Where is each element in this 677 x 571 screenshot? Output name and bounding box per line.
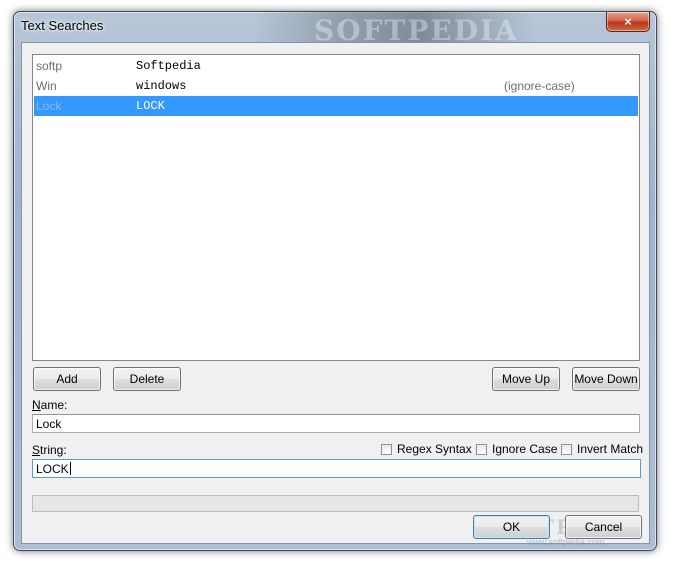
delete-button[interactable]: Delete xyxy=(113,367,181,391)
title-bar[interactable]: SOFTPEDIA Text Searches × xyxy=(14,12,656,47)
regex-syntax-box[interactable] xyxy=(381,443,392,455)
close-button[interactable]: × xyxy=(606,12,650,32)
invert-match-box[interactable] xyxy=(561,443,572,455)
ignore-case-box[interactable] xyxy=(476,443,487,455)
list-item[interactable]: softp Softpedia xyxy=(34,56,638,76)
string-label-accesskey: S xyxy=(32,443,41,457)
regex-syntax-checkbox[interactable]: Regex Syntax xyxy=(381,442,472,456)
list-item-name: Win xyxy=(36,79,57,93)
list-item-name: softp xyxy=(36,59,63,73)
list-item-string: Softpedia xyxy=(136,59,201,73)
regex-syntax-label: Regex Syntax xyxy=(397,442,472,456)
name-label: Name: xyxy=(32,398,67,412)
list-item-string: LOCK xyxy=(136,99,165,113)
string-field[interactable]: LOCK xyxy=(32,459,641,478)
ok-button[interactable]: OK xyxy=(473,515,550,539)
window-title: Text Searches xyxy=(21,18,104,33)
move-down-button[interactable]: Move Down xyxy=(572,367,640,391)
name-field[interactable]: Lock xyxy=(32,414,640,433)
name-label-accesskey: N xyxy=(32,398,41,412)
ignore-case-checkbox[interactable]: Ignore Case xyxy=(476,442,557,456)
invert-match-label: Invert Match xyxy=(577,442,644,456)
list-item-selected[interactable]: Lock LOCK xyxy=(34,96,638,116)
name-label-text: ame: xyxy=(40,398,68,412)
text-searches-dialog: SOFTPEDIA Text Searches × softp Softpedi… xyxy=(13,11,657,551)
invert-match-checkbox[interactable]: Invert Match xyxy=(561,442,643,456)
cancel-button[interactable]: Cancel xyxy=(565,515,642,539)
string-label-text: tring: xyxy=(40,443,67,457)
list-item[interactable]: Win windows (ignore-case) xyxy=(34,76,638,96)
text-caret xyxy=(69,462,71,475)
close-icon: × xyxy=(624,14,632,29)
ignore-case-label: Ignore Case xyxy=(492,442,558,456)
dialog-body: softp Softpedia Win windows (ignore-case… xyxy=(21,42,650,547)
string-field-value: LOCK xyxy=(36,462,69,476)
status-bar xyxy=(32,495,639,512)
move-up-button[interactable]: Move Up xyxy=(492,367,560,391)
search-list[interactable]: softp Softpedia Win windows (ignore-case… xyxy=(32,54,640,361)
list-item-string: windows xyxy=(136,79,187,93)
list-item-name: Lock xyxy=(36,99,62,113)
list-item-flags: (ignore-case) xyxy=(504,79,575,93)
add-button[interactable]: Add xyxy=(33,367,101,391)
name-field-value: Lock xyxy=(36,417,62,431)
string-label: String: xyxy=(32,443,67,457)
